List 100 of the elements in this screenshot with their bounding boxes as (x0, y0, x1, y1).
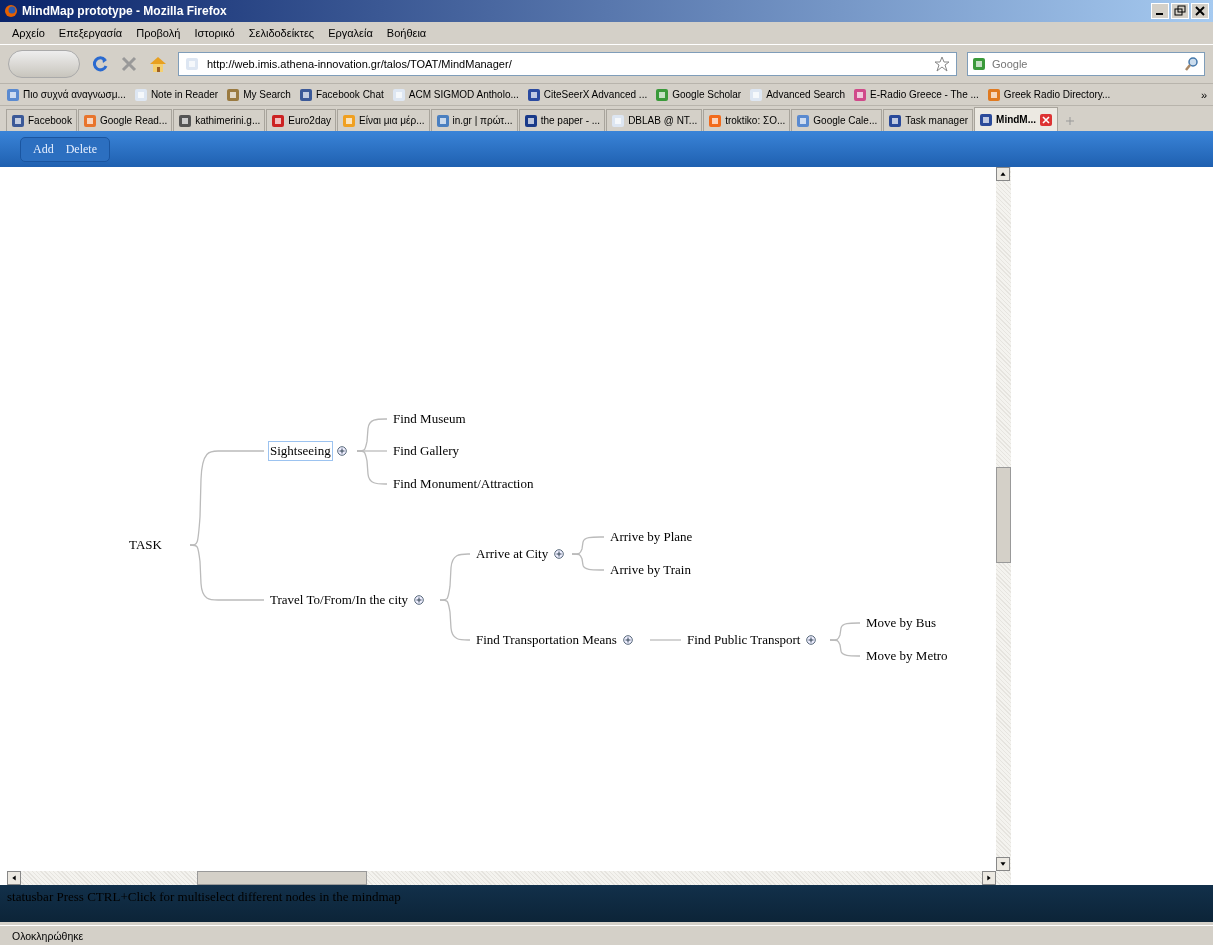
bookmark-item[interactable]: Facebook Chat (315, 89, 384, 100)
mindmap-node[interactable]: Find Public Transport (685, 630, 803, 650)
menu-item[interactable]: Προβολή (136, 27, 181, 39)
horizontal-scrollbar[interactable] (7, 871, 1011, 885)
connector-line (571, 553, 605, 571)
site-icon (523, 113, 538, 128)
address-bar[interactable]: http://web.imis.athena-innovation.gr/talos/TOAT/MindManager/ (178, 52, 957, 76)
menu-item[interactable]: Επεξεργασία (58, 27, 123, 39)
site-icon (796, 113, 811, 128)
browser-tab[interactable]: kathimerini.g... (173, 109, 266, 131)
mindmap-node[interactable]: Travel To/From/In the city (268, 590, 411, 610)
site-icon (708, 113, 723, 128)
vertical-scrollbar[interactable] (996, 167, 1011, 871)
site-icon (435, 113, 450, 128)
scroll-left-icon[interactable] (7, 871, 21, 885)
menu-item[interactable]: Βοήθεια (386, 27, 427, 39)
toolbar-button[interactable]: Add (27, 139, 60, 159)
bookmark-icon (526, 87, 541, 102)
site-icon (888, 113, 903, 128)
close-icon[interactable] (1191, 3, 1209, 19)
bookmark-item[interactable]: ACM SIGMOD Antholo... (408, 89, 519, 100)
site-icon (271, 113, 286, 128)
site-icon (611, 113, 626, 128)
browser-tab[interactable]: troktiko: ΣΟ... (703, 109, 791, 131)
plus-circle-icon[interactable] (414, 595, 425, 605)
minimize-icon[interactable] (1151, 3, 1169, 19)
site-icon (178, 113, 193, 128)
window-title: MindMap prototype - Mozilla Firefox (22, 4, 228, 18)
bookmark-icon (133, 87, 148, 102)
browser-logo-icon (4, 4, 18, 18)
site-icon (342, 113, 357, 128)
browser-tab[interactable]: Task manager (883, 109, 974, 131)
more-bookmarks-button[interactable]: » (1200, 88, 1207, 101)
search-field[interactable]: Google (967, 52, 1205, 76)
bookmark-item[interactable]: My Search (243, 89, 291, 100)
mindmap-node[interactable]: Find Monument/Attraction (391, 474, 536, 494)
scroll-thumb[interactable] (197, 871, 367, 885)
site-icon (82, 113, 97, 128)
bookmark-icon (853, 87, 868, 102)
reload-icon[interactable] (90, 54, 110, 74)
menu-item[interactable]: Σελιδοδείκτες (248, 27, 315, 39)
bookmark-icon (226, 87, 241, 102)
star-icon[interactable] (934, 56, 950, 72)
site-icon (979, 112, 994, 127)
mindmap-node[interactable]: Arrive by Train (608, 560, 693, 580)
mindmap-node[interactable]: TASK (127, 535, 164, 555)
browser-tab[interactable]: Google Read... (77, 109, 173, 131)
status-message: statusbar Press CTRL+Click for multiselect different nodes in the mindmap (7, 889, 401, 904)
browser-tab[interactable]: Facebook (6, 109, 77, 131)
browser-tab[interactable]: Euro2day (266, 109, 337, 131)
mindmap-node[interactable]: Arrive at City (474, 544, 551, 564)
mindmap-node[interactable]: Move by Metro (864, 646, 950, 666)
mindmap-node[interactable]: Move by Bus (864, 613, 939, 633)
browser-tab[interactable]: the paper - ... (518, 109, 606, 131)
scroll-up-icon[interactable] (996, 167, 1010, 181)
connector-line (649, 639, 682, 641)
mindmap-node[interactable]: Arrive by Plane (608, 527, 695, 547)
restore-icon[interactable] (1171, 3, 1189, 19)
browser-status-text: Ολοκληρώθηκε (12, 930, 84, 942)
browser-tab[interactable]: DBLAB @ NT... (606, 109, 703, 131)
search-engine-icon (972, 57, 986, 71)
search-icon[interactable] (1184, 56, 1200, 72)
scroll-right-icon[interactable] (982, 871, 996, 885)
browser-tab[interactable]: Google Cale... (791, 109, 883, 131)
bookmark-icon (6, 87, 20, 102)
plus-circle-icon[interactable] (806, 635, 817, 645)
address-bar[interactable]: http://web.imis.athena-innovation.gr/talos/TOAT/MindManager/ (205, 57, 928, 71)
scroll-thumb[interactable] (996, 467, 1011, 563)
bookmark-icon (749, 87, 764, 102)
mindmap-node[interactable]: Find Museum (391, 409, 468, 429)
bookmark-icon (391, 87, 406, 102)
plus-circle-icon[interactable] (554, 549, 565, 559)
search-field[interactable]: Google (990, 57, 1180, 71)
bookmark-item[interactable]: E-Radio Greece - The ... (870, 89, 979, 100)
mindmap-node[interactable]: Find Transportation Means (474, 630, 619, 650)
site-icon (11, 113, 25, 128)
bookmark-item[interactable]: Google Scholar (672, 89, 742, 100)
bookmark-item[interactable]: CiteSeerX Advanced ... (543, 89, 648, 100)
plus-circle-icon[interactable] (622, 635, 633, 645)
mindmap-node[interactable]: Find Gallery (391, 441, 462, 461)
bookmark-item[interactable]: Greek Radio Directory... (1003, 89, 1111, 100)
bookmark-item[interactable]: Advanced Search (766, 89, 846, 100)
menu-item[interactable]: Αρχείο (12, 27, 45, 39)
scroll-down-icon[interactable] (996, 857, 1010, 871)
browser-tab[interactable]: MindM... (974, 107, 1059, 131)
browser-tab[interactable]: in.gr | πρώτ... (430, 109, 518, 131)
bookmark-item[interactable]: Note in Reader (150, 89, 219, 100)
toolbar-button[interactable]: Delete (59, 139, 103, 159)
plus-circle-icon[interactable] (336, 446, 347, 456)
browser-tab[interactable]: Είναι μια μέρ... (337, 109, 430, 131)
bookmark-icon (986, 87, 1001, 102)
bookmark-item[interactable]: Πιο συχνά αναγνωσμ... (23, 89, 126, 100)
connector-line (829, 639, 861, 657)
menu-item[interactable]: Εργαλεία (328, 27, 373, 39)
mindmap-node[interactable]: Sightseeing (268, 441, 333, 461)
home-icon[interactable] (148, 55, 168, 73)
bookmark-icon (298, 87, 313, 102)
menu-item[interactable]: Ιστορικό (194, 27, 235, 39)
site-icon (185, 57, 199, 71)
connector-line (439, 599, 471, 641)
